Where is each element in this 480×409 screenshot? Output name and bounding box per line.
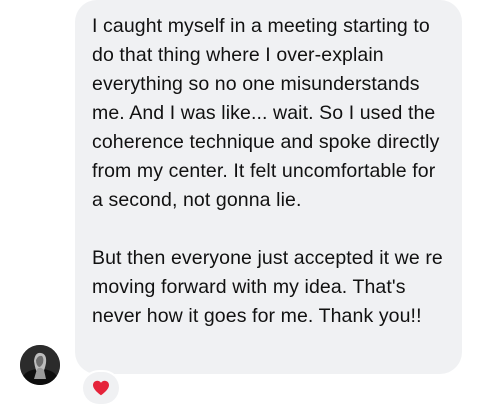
message-paragraph-1: I caught myself in a meeting starting to…: [92, 15, 440, 211]
heart-reaction[interactable]: [83, 372, 119, 404]
message-bubble[interactable]: I caught myself in a meeting starting to…: [75, 0, 462, 374]
message-paragraph-2: But then everyone just accepted it we re…: [92, 247, 443, 327]
heart-icon: [93, 380, 109, 396]
profile-photo: [20, 345, 60, 385]
avatar[interactable]: [20, 345, 60, 385]
